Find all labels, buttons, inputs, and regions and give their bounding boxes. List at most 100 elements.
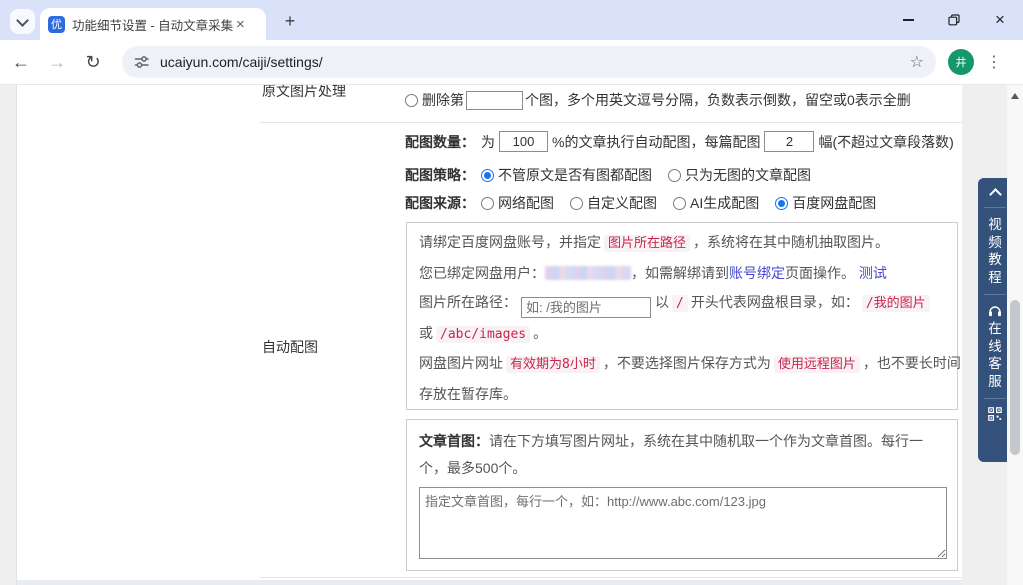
- netdisk-line6: 存放在暂存库。: [419, 385, 517, 402]
- first-image-urls-textarea[interactable]: [419, 487, 947, 559]
- image-count-text1: 为: [481, 133, 495, 150]
- site-info-icon[interactable]: [134, 54, 150, 70]
- radio-icon[interactable]: [570, 197, 583, 210]
- image-strategy-row: 配图策略： 不管原文是否有图都配图 只为无图的文章配图: [405, 165, 827, 185]
- code-expiry: 有效期为8小时: [506, 356, 600, 373]
- chevron-down-icon: [16, 13, 29, 27]
- tab-title: 功能细节设置 - 自动文章采集器: [72, 18, 234, 33]
- qr-code-icon[interactable]: [988, 407, 1002, 421]
- netdisk-line1: 请绑定百度网盘账号，并指定 图片所在路径 ，系统将在其中随机抽取图片。: [419, 228, 945, 259]
- new-tab-button[interactable]: +: [278, 9, 302, 33]
- text: 开头代表网盘根目录，如：: [690, 294, 859, 310]
- text: 网盘图片网址: [419, 355, 503, 371]
- radio-selected-icon[interactable]: [481, 169, 494, 182]
- code-slash: /: [672, 295, 688, 312]
- address-bar[interactable]: ucaiyun.com/caiji/settings/ ☆: [122, 46, 936, 78]
- radio-option-only-no-image[interactable]: 只为无图的文章配图: [668, 165, 811, 185]
- headset-icon[interactable]: [987, 303, 1003, 317]
- page-left-gutter: [0, 85, 17, 585]
- first-image-text: 请在下方填写图片网址，系统在其中随机取一个作为文章首图。每行一个，最多500个。: [419, 433, 923, 476]
- radio-option-ai[interactable]: AI生成配图: [673, 193, 759, 213]
- scrollbar-thumb[interactable]: [1010, 300, 1020, 455]
- radio-option-label: 自定义配图: [587, 195, 657, 211]
- image-count-text2: %的文章执行自动配图，每篇配图: [552, 133, 761, 150]
- row-label-orig-image: 原文图片处理: [262, 85, 346, 99]
- radio-option-label: 网络配图: [498, 195, 554, 211]
- back-to-top-icon[interactable]: [988, 188, 1002, 201]
- radio-icon[interactable]: [668, 169, 681, 182]
- close-window-button[interactable]: ×: [977, 0, 1023, 40]
- code-abc-images: /abc/images: [436, 325, 531, 343]
- radio-icon[interactable]: [673, 197, 686, 210]
- image-count-label: 配图数量：: [405, 133, 475, 150]
- next-section-edge: [17, 580, 962, 585]
- delete-option-text-post: 个图，多个用英文逗号分隔，负数表示倒数，留空或0表示全删: [525, 92, 911, 108]
- text: 以: [655, 294, 669, 310]
- radio-option-label: 百度网盘配图: [792, 195, 877, 211]
- radio-option-custom[interactable]: 自定义配图: [570, 193, 657, 213]
- minimize-button[interactable]: [885, 0, 931, 40]
- radio-icon[interactable]: [481, 197, 494, 210]
- netdisk-line4: 或/abc/images。: [419, 319, 945, 350]
- browser-toolbar: ← → ↻ ucaiyun.com/caiji/settings/ ☆ 井 ⋮: [0, 40, 1023, 85]
- radio-selected-icon[interactable]: [775, 197, 789, 210]
- radio-option-label: 只为无图的文章配图: [685, 167, 811, 183]
- text: 或: [419, 324, 433, 341]
- browser-tab[interactable]: 优 功能细节设置 - 自动文章采集器 ×: [40, 8, 266, 40]
- image-source-row: 配图来源： 网络配图 自定义配图 AI生成配图 百度网盘配图: [405, 193, 892, 213]
- first-image-desc: 文章首图：请在下方填写图片网址，系统在其中随机取一个作为文章首图。每行一个，最多…: [419, 428, 945, 482]
- text: 。: [533, 324, 548, 341]
- per-article-count-input[interactable]: [764, 131, 815, 152]
- text: 页面操作。: [785, 264, 855, 281]
- netdisk-line2: 您已绑定网盘用户： ，如需解绑请到账号绑定页面操作。 测试: [419, 259, 945, 289]
- text: 您已绑定网盘用户：: [419, 264, 545, 281]
- widget-divider: [984, 294, 1006, 295]
- video-tutorial-button[interactable]: 视频教程: [988, 216, 1003, 286]
- image-path-input[interactable]: [521, 297, 651, 318]
- delete-option-text-pre: 删除第: [422, 92, 464, 108]
- row-divider: [260, 122, 962, 123]
- page-scrollbar[interactable]: [1007, 85, 1023, 585]
- tab-close-icon[interactable]: ×: [236, 17, 245, 32]
- text: ，不要选择图片保存方式为: [602, 355, 771, 371]
- text: 图片所在路径：: [419, 294, 517, 310]
- image-strategy-label: 配图策略：: [405, 167, 475, 183]
- url-text[interactable]: ucaiyun.com/caiji/settings/: [160, 54, 910, 70]
- radio-option-label: AI生成配图: [690, 195, 760, 211]
- profile-avatar[interactable]: 井: [948, 49, 974, 75]
- radio-option-baidu-netdisk[interactable]: 百度网盘配图: [775, 193, 876, 213]
- radio-option-label: 不管原文是否有图都配图: [498, 167, 652, 183]
- online-service-button[interactable]: 在线客服: [988, 320, 1003, 390]
- first-image-box: 文章首图：请在下方填写图片网址，系统在其中随机取一个作为文章首图。每行一个，最多…: [406, 419, 958, 571]
- browser-menu-icon[interactable]: ⋮: [980, 52, 1008, 72]
- text: ，也不要长时间: [862, 355, 961, 371]
- row-label-auto-image: 自动配图: [262, 339, 318, 355]
- code-remote-image: 使用远程图片: [773, 356, 860, 373]
- test-link[interactable]: 测试: [859, 265, 887, 281]
- account-bind-link[interactable]: 账号绑定: [729, 265, 785, 281]
- first-image-label: 文章首图：: [419, 433, 489, 449]
- redacted-username: [545, 265, 631, 280]
- row-divider: [260, 577, 962, 578]
- netdisk-line3: 图片所在路径： 以/开头代表网盘根目录，如：/我的图片: [419, 288, 945, 319]
- back-button[interactable]: ←: [6, 47, 36, 77]
- code-my-images: /我的图片: [861, 295, 930, 312]
- netdisk-line5: 网盘图片网址 有效期为8小时 ，不要选择图片保存方式为 使用远程图片 ，也不要长时间: [419, 349, 961, 380]
- text: ，如需解绑请到: [631, 264, 729, 281]
- orig-image-delete-option: 删除第 个图，多个用英文逗号分隔，负数表示倒数，留空或0表示全删: [405, 90, 911, 110]
- radio-option-web[interactable]: 网络配图: [481, 193, 554, 213]
- percent-input[interactable]: [499, 131, 548, 152]
- restore-button[interactable]: [931, 0, 977, 40]
- radio-option-always[interactable]: 不管原文是否有图都配图: [481, 165, 652, 185]
- browser-titlebar: 优 功能细节设置 - 自动文章采集器 × + ×: [0, 0, 1023, 40]
- bookmark-star-icon[interactable]: ☆: [910, 52, 924, 72]
- forward-button: →: [48, 51, 66, 72]
- radio-delete-nth[interactable]: [405, 93, 418, 107]
- image-count-row: 配图数量： 为 %的文章执行自动配图，每篇配图 幅(不超过文章段落数): [405, 131, 954, 152]
- delete-index-input[interactable]: [466, 90, 523, 110]
- tab-search-button[interactable]: [10, 9, 35, 34]
- settings-page: 原文图片处理 删除第 个图，多个用英文逗号分隔，负数表示倒数，留空或0表示全删 …: [0, 85, 1023, 585]
- scrollbar-up-arrow-icon[interactable]: [1011, 93, 1019, 99]
- site-favicon: 优: [48, 15, 65, 33]
- reload-button[interactable]: ↻: [78, 47, 108, 77]
